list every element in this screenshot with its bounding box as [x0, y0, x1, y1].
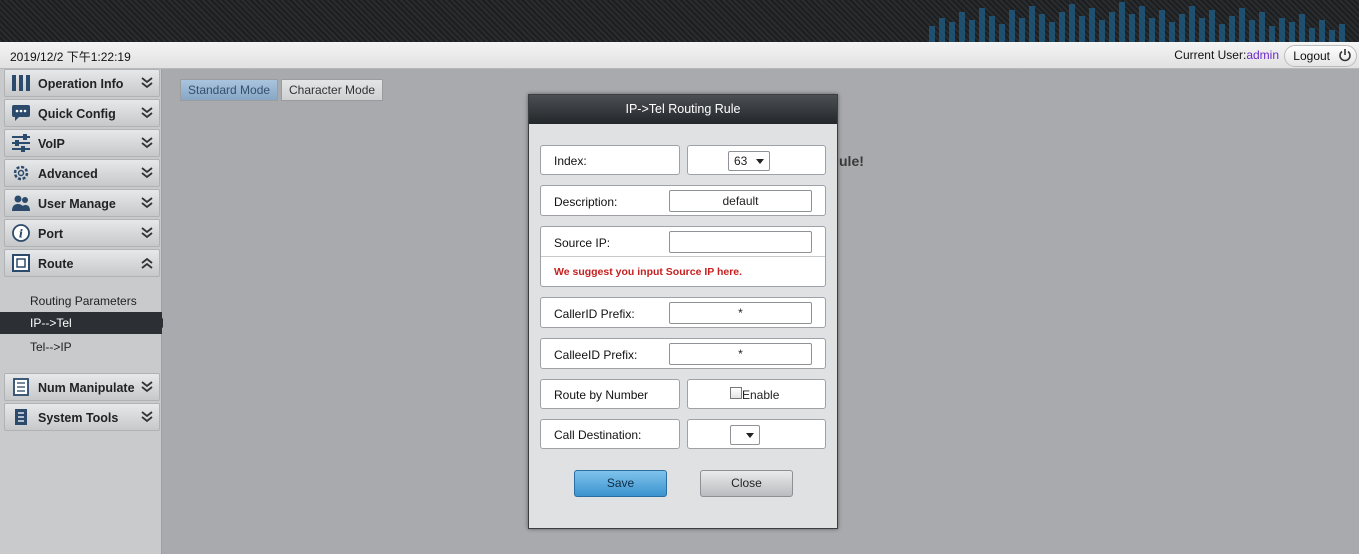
sidebar-item-label: Operation Info	[38, 77, 124, 91]
users-icon	[12, 195, 30, 211]
index-label: Index:	[554, 154, 587, 168]
calleeid-prefix-input[interactable]: *	[669, 343, 812, 365]
sidebar-item-label: Route	[38, 257, 74, 271]
route-by-number-label: Route by Number	[554, 388, 649, 402]
source-ip-row: Source IP: We suggest you input Source I…	[540, 226, 826, 287]
equalizer-graphic	[929, 2, 1345, 42]
current-user: Current User:admin	[1174, 48, 1279, 62]
source-ip-input[interactable]	[669, 231, 812, 253]
sidebar-subitem-tel-to-ip[interactable]: Tel-->IP	[0, 336, 162, 358]
chevron-down-icon	[141, 381, 153, 393]
gear-icon	[13, 165, 29, 181]
enable-checkbox[interactable]	[730, 387, 742, 399]
sidebar-item-route[interactable]: Route	[4, 249, 160, 277]
current-user-name: admin	[1246, 48, 1279, 62]
calleeid-prefix-label: CalleeID Prefix:	[554, 348, 638, 362]
description-label: Description:	[554, 195, 618, 209]
tab-character-mode[interactable]: Character Mode	[281, 79, 384, 101]
logout-label: Logout	[1293, 49, 1330, 63]
source-ip-hint: We suggest you input Source IP here.	[554, 266, 743, 278]
bars-icon	[12, 75, 30, 91]
clipboard-icon	[15, 409, 27, 425]
routing-rule-dialog: IP->Tel Routing Rule Index: 63 Descripti…	[528, 94, 838, 529]
close-button[interactable]: Close	[700, 470, 793, 497]
sidebar-item-operation-info[interactable]: Operation Info	[4, 69, 160, 97]
chevron-down-icon	[141, 227, 153, 239]
save-button[interactable]: Save	[574, 470, 667, 497]
svg-text:i: i	[19, 228, 23, 241]
top-banner	[0, 0, 1359, 42]
status-bar: 2019/12/2 下午1:22:19 Current User:admin L…	[0, 42, 1359, 69]
chevron-down-icon	[141, 411, 153, 423]
sidebar-item-label: User Manage	[38, 197, 116, 211]
index-value: 63	[734, 154, 748, 168]
tab-standard-mode[interactable]: Standard Mode	[180, 79, 279, 101]
enable-label: Enable	[742, 388, 780, 402]
sidebar-item-system-tools[interactable]: System Tools	[4, 403, 160, 431]
callerid-prefix-label: CallerID Prefix:	[554, 307, 635, 321]
sidebar-item-label: Quick Config	[38, 107, 116, 121]
chevron-down-icon	[141, 167, 153, 179]
notebook-icon	[13, 378, 29, 396]
info-icon: i	[12, 224, 30, 242]
description-row: Description: default	[540, 185, 826, 216]
dropdown-caret-icon	[746, 433, 754, 438]
sidebar: Operation Info Quick Config VoIP Advance…	[0, 69, 169, 554]
description-input[interactable]: default	[669, 190, 812, 212]
sidebar-item-advanced[interactable]: Advanced	[4, 159, 160, 187]
sidebar-item-label: System Tools	[38, 411, 119, 425]
chevron-up-icon	[141, 257, 153, 269]
current-user-label: Current User:	[1174, 48, 1247, 62]
call-destination-value-box	[687, 419, 826, 449]
chevron-down-icon	[141, 137, 153, 149]
dialog-title: IP->Tel Routing Rule	[529, 95, 837, 124]
route-by-number-label-box: Route by Number	[540, 379, 680, 409]
background-message: ule!	[839, 153, 864, 169]
logout-button[interactable]: Logout	[1284, 45, 1357, 67]
divider	[541, 256, 825, 257]
index-value-box: 63	[687, 145, 826, 175]
sidebar-item-label: Port	[38, 227, 63, 241]
sidebar-item-port[interactable]: i Port	[4, 219, 160, 247]
chevron-down-icon	[141, 77, 153, 89]
sidebar-subitem-ip-to-tel[interactable]: IP-->Tel	[0, 312, 169, 334]
sidebar-item-user-manage[interactable]: User Manage	[4, 189, 160, 217]
sidebar-item-num-manipulate[interactable]: Num Manipulate	[4, 373, 160, 401]
sidebar-subitem-routing-parameters[interactable]: Routing Parameters	[0, 290, 162, 312]
index-label-box: Index:	[540, 145, 680, 175]
dropdown-caret-icon	[756, 159, 764, 164]
sidebar-item-voip[interactable]: VoIP	[4, 129, 160, 157]
route-by-number-value-box: Enable	[687, 379, 826, 409]
index-select[interactable]: 63	[728, 151, 770, 171]
callerid-prefix-row: CallerID Prefix: *	[540, 297, 826, 328]
power-icon	[1339, 49, 1351, 62]
chevron-down-icon	[141, 197, 153, 209]
sidebar-item-quick-config[interactable]: Quick Config	[4, 99, 160, 127]
source-ip-label: Source IP:	[554, 236, 611, 250]
chat-icon	[12, 105, 30, 121]
call-destination-label: Call Destination:	[554, 428, 642, 442]
sidebar-item-label: Advanced	[38, 167, 98, 181]
chevron-down-icon	[141, 107, 153, 119]
datetime-text: 2019/12/2 下午1:22:19	[10, 50, 131, 64]
sliders-icon	[12, 134, 30, 152]
callerid-prefix-input[interactable]: *	[669, 302, 812, 324]
call-destination-select[interactable]	[730, 425, 760, 445]
sidebar-item-label: Num Manipulate	[38, 381, 135, 395]
calleeid-prefix-row: CalleeID Prefix: *	[540, 338, 826, 369]
sidebar-item-label: VoIP	[38, 137, 65, 151]
route-icon	[12, 254, 30, 272]
call-destination-label-box: Call Destination:	[540, 419, 680, 449]
